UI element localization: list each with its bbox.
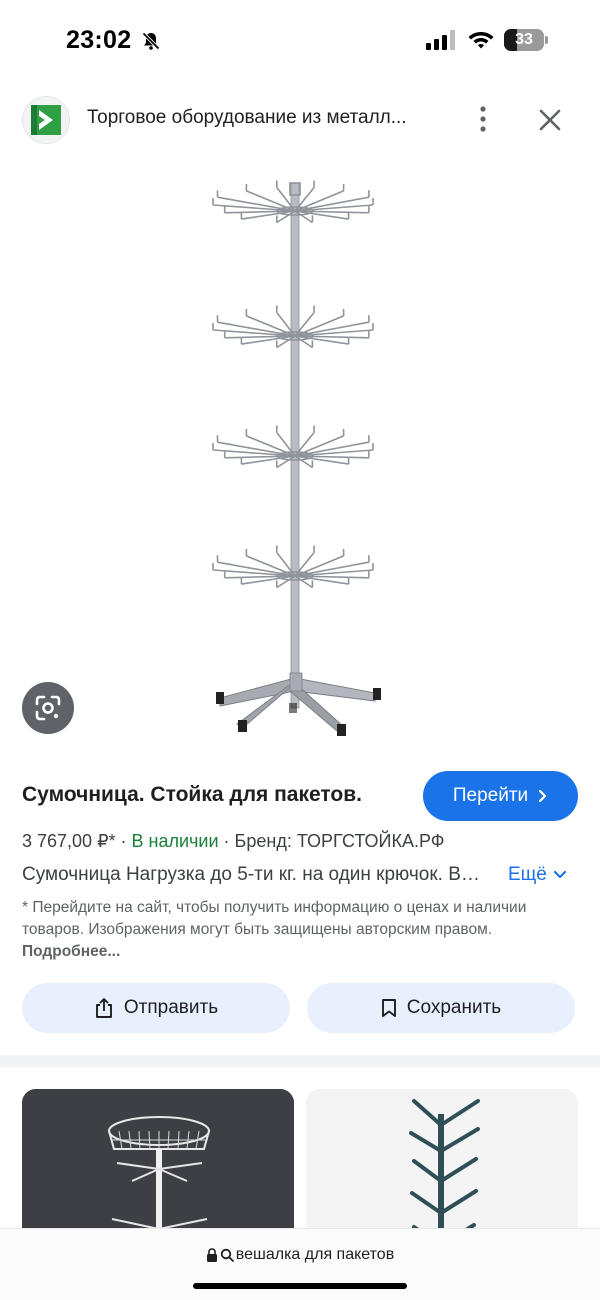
related-result-image	[306, 1089, 578, 1249]
brand: Бренд: ТОРГСТОЙКА.РФ	[234, 831, 445, 851]
section-divider	[0, 1055, 600, 1067]
status-bar: 23:02 33	[0, 0, 600, 80]
lock-icon	[206, 1248, 217, 1262]
chevron-right-icon	[539, 789, 547, 803]
site-title[interactable]: Торговое оборудование из металл...	[87, 107, 407, 129]
more-vert-icon[interactable]	[471, 104, 495, 134]
bell-muted-icon	[142, 32, 160, 50]
bookmark-icon	[381, 999, 396, 1017]
save-label: Сохранить	[406, 997, 502, 1018]
status-time: 23:02	[66, 26, 132, 54]
product-image[interactable]	[200, 158, 400, 758]
related-result-image	[22, 1089, 294, 1249]
product-price: 3 767,00 ₽*	[22, 831, 116, 851]
battery-level: 33	[515, 31, 533, 48]
site-header: Торговое оборудование из металл...	[0, 92, 600, 146]
product-meta: 3 767,00 ₽* · В наличии · Бренд: ТОРГСТОЙКА.…	[22, 831, 445, 851]
more-button[interactable]: Ещё	[508, 864, 567, 886]
related-result-card[interactable]	[306, 1089, 578, 1249]
bottom-url-bar[interactable]: вешалка для пакетов	[0, 1228, 600, 1300]
cellular-signal-icon	[426, 30, 455, 50]
share-button[interactable]: Отправить	[22, 983, 290, 1033]
close-icon[interactable]	[536, 106, 564, 134]
share-label: Отправить	[123, 997, 219, 1018]
url-row[interactable]: вешалка для пакетов	[0, 1246, 600, 1264]
related-result-card[interactable]	[22, 1089, 294, 1249]
availability: В наличии	[131, 831, 219, 851]
google-lens-button[interactable]	[22, 682, 74, 734]
learn-more-link[interactable]: Подробнее...	[22, 943, 120, 960]
url-text: вешалка для пакетов	[235, 1246, 395, 1263]
wifi-icon	[468, 32, 494, 49]
chevron-down-icon	[553, 870, 566, 879]
search-icon	[220, 1248, 234, 1262]
site-logo-icon[interactable]	[22, 96, 70, 144]
battery-icon: 33	[504, 29, 548, 51]
disclaimer-text: * Перейдите на сайт, чтобы получить инфо…	[22, 899, 527, 938]
visit-button[interactable]: Перейти	[423, 771, 578, 821]
product-description: Сумочница Нагрузка до 5-ти кг. на один к…	[22, 864, 492, 885]
home-indicator[interactable]	[193, 1283, 407, 1289]
product-title: Сумочница. Стойка для пакетов.	[22, 783, 362, 806]
disclaimer: * Перейдите на сайт, чтобы получить инфо…	[22, 897, 578, 963]
visit-button-label: Перейти	[452, 785, 529, 806]
save-button[interactable]: Сохранить	[307, 983, 575, 1033]
google-lens-icon	[35, 695, 61, 721]
share-icon	[95, 998, 112, 1018]
more-label: Ещё	[508, 864, 547, 885]
